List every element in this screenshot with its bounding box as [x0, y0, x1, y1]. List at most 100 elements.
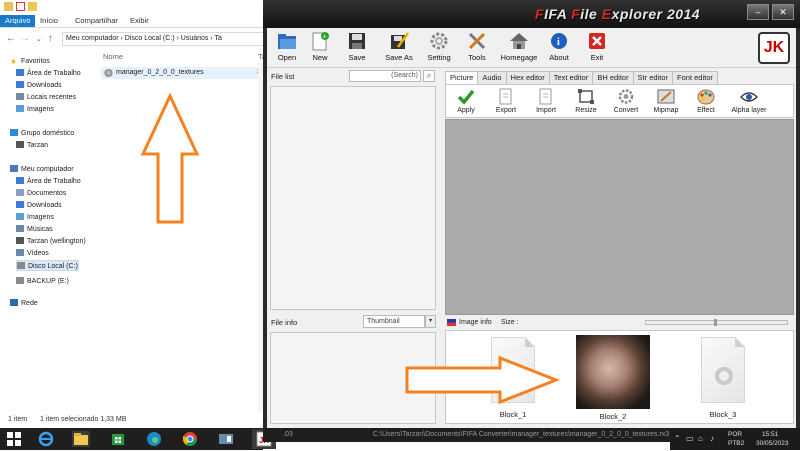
- nav-item[interactable]: Músicas: [16, 224, 53, 235]
- windows-start-icon[interactable]: [6, 431, 24, 447]
- properties-icon[interactable]: [16, 2, 25, 11]
- quick-access-toolbar: [4, 2, 37, 11]
- new-folder-icon[interactable]: [28, 2, 37, 11]
- nav-item[interactable]: Vídeos: [16, 248, 49, 259]
- tray-notification-icon[interactable]: ⌃: [674, 434, 681, 443]
- picture-tool-alpha-layer-button[interactable]: Alpha layer: [729, 88, 769, 114]
- toolbar-about-button[interactable]: i About: [539, 31, 579, 62]
- picture-tool-convert-button[interactable]: Convert: [606, 88, 646, 114]
- network-icon: [10, 299, 18, 306]
- nav-item[interactable]: Rede: [10, 298, 38, 309]
- up-arrow-icon[interactable]: ↑: [48, 33, 53, 44]
- minimize-button[interactable]: –: [747, 4, 769, 20]
- nav-item[interactable]: Disco Local (C:): [16, 260, 79, 271]
- picture-tool-effect-button[interactable]: Effect: [686, 88, 726, 114]
- image-preview-area[interactable]: [445, 119, 794, 315]
- picture-tool-mipmap-button[interactable]: Mipmap: [646, 88, 686, 114]
- ribbon-tab-compartilhar[interactable]: Compartilhar: [75, 15, 118, 27]
- nav-item[interactable]: Grupo doméstico: [10, 128, 74, 139]
- picture-tool-import-button[interactable]: Import: [526, 88, 566, 114]
- tray-time[interactable]: 15:51: [762, 431, 778, 438]
- nav-item[interactable]: Meu computador: [10, 164, 74, 175]
- home-icon: [508, 31, 530, 51]
- tab-str-editor[interactable]: Str editor: [632, 71, 674, 84]
- column-header-name[interactable]: Nome: [103, 52, 123, 61]
- nav-item[interactable]: Tarzan (wellington): [16, 236, 86, 247]
- file-search-input[interactable]: (Search): [349, 70, 421, 82]
- toolbar-tools-button[interactable]: Tools: [457, 31, 497, 62]
- slider-thumb[interactable]: [714, 319, 717, 326]
- nav-item-label: Grupo doméstico: [21, 130, 75, 137]
- toolbar-new-button[interactable]: + New: [300, 31, 340, 62]
- nav-item[interactable]: Locais recentes: [16, 92, 76, 103]
- jk-logo: JK: [758, 32, 790, 64]
- address-bar[interactable]: Meu computador › Disco Local (C:) › Usuá…: [62, 32, 267, 46]
- breadcrumb[interactable]: Meu computador › Disco Local (C:) › Usuá…: [66, 35, 222, 42]
- nav-item[interactable]: Área de Trabalho: [16, 176, 81, 187]
- back-arrow-icon[interactable]: ←: [6, 33, 16, 44]
- chrome-icon[interactable]: [182, 431, 200, 447]
- view-mode-select[interactable]: Thumbnail: [363, 315, 425, 328]
- computer-icon: [10, 165, 18, 172]
- search-icon[interactable]: ⌕: [423, 70, 435, 82]
- file-row[interactable]: manager_0_2_0_0_textures: [101, 67, 266, 79]
- tray-date[interactable]: 30/05/2023: [756, 440, 789, 447]
- convert-icon: [617, 88, 635, 105]
- network-icon[interactable]: ⌂: [698, 434, 703, 443]
- nav-item[interactable]: Imagens: [16, 104, 54, 115]
- picture-tool-label: Import: [536, 107, 556, 114]
- internet-explorer-icon[interactable]: [38, 431, 56, 447]
- recent-dropdown-icon[interactable]: ⌄: [36, 35, 42, 43]
- image-size-label: Size :: [501, 319, 519, 326]
- svg-text:+: +: [323, 34, 327, 41]
- close-button[interactable]: ✕: [772, 4, 794, 20]
- ribbon-tab-inicio[interactable]: Início: [40, 15, 58, 27]
- rx3-file-icon: [104, 69, 113, 77]
- texture-block-3[interactable]: Block_3: [686, 335, 760, 419]
- toolbar-save-as-button[interactable]: Save As: [379, 31, 419, 62]
- zoom-slider[interactable]: [645, 319, 788, 326]
- store-icon[interactable]: [110, 431, 128, 447]
- status-item-count: 1 item: [8, 416, 28, 423]
- star-icon: ★: [10, 57, 18, 66]
- toolbar-save-button[interactable]: Save: [337, 31, 377, 62]
- texture-block-2[interactable]: Block_2: [576, 335, 650, 421]
- tab-hex-editor[interactable]: Hex editor: [505, 71, 550, 84]
- tray-display-icon[interactable]: ▭: [686, 434, 694, 443]
- media-app-icon[interactable]: [218, 431, 236, 447]
- picture-tool-export-button[interactable]: Export: [486, 88, 526, 114]
- tab-bh-editor[interactable]: BH editor: [592, 71, 634, 84]
- picture-tool-apply-button[interactable]: Apply: [446, 88, 486, 114]
- tab-font-editor[interactable]: Font editor: [672, 71, 718, 84]
- folder-icon[interactable]: [4, 2, 13, 11]
- nav-item[interactable]: Downloads: [16, 80, 62, 91]
- nav-item[interactable]: Imagens: [16, 212, 54, 223]
- chevron-down-icon[interactable]: ▾: [425, 315, 436, 328]
- toolbar-setting-button[interactable]: Setting: [419, 31, 459, 62]
- tray-language[interactable]: POR: [728, 431, 742, 438]
- nav-item[interactable]: ★ Favoritos: [10, 56, 50, 67]
- ffe-status-path: C:\Users\Tarzan\Documents\FIFA Converter…: [373, 431, 670, 438]
- nav-item[interactable]: BACKUP (E:): [16, 276, 69, 287]
- import-icon: [537, 88, 555, 105]
- tab-picture[interactable]: Picture: [445, 71, 479, 84]
- nav-item[interactable]: Documentos: [16, 188, 66, 199]
- tab-audio[interactable]: Audio: [477, 71, 507, 84]
- nav-item[interactable]: Downloads: [16, 200, 62, 211]
- ribbon-tab-exibir[interactable]: Exibir: [130, 15, 149, 27]
- volume-icon[interactable]: ♪: [710, 434, 714, 443]
- file-explorer-icon[interactable]: [72, 431, 90, 447]
- forward-arrow-icon[interactable]: →: [20, 33, 30, 44]
- toolbar-homegage-button[interactable]: Homegage: [499, 31, 539, 62]
- nav-item[interactable]: Área de Trabalho: [16, 68, 81, 79]
- nav-item[interactable]: Tarzan: [16, 140, 48, 151]
- toolbar-exit-button[interactable]: Exit: [577, 31, 617, 62]
- ribbon-tab-arquivo[interactable]: Arquivo: [0, 15, 36, 27]
- file-list-panel[interactable]: [270, 86, 436, 310]
- tab-text-editor[interactable]: Text editor: [548, 71, 594, 84]
- edge-icon[interactable]: [146, 431, 164, 447]
- resize-icon: [577, 88, 595, 105]
- picture-tool-resize-button[interactable]: Resize: [566, 88, 606, 114]
- tray-locale[interactable]: PTB2: [728, 440, 744, 447]
- info-icon: i: [548, 31, 570, 51]
